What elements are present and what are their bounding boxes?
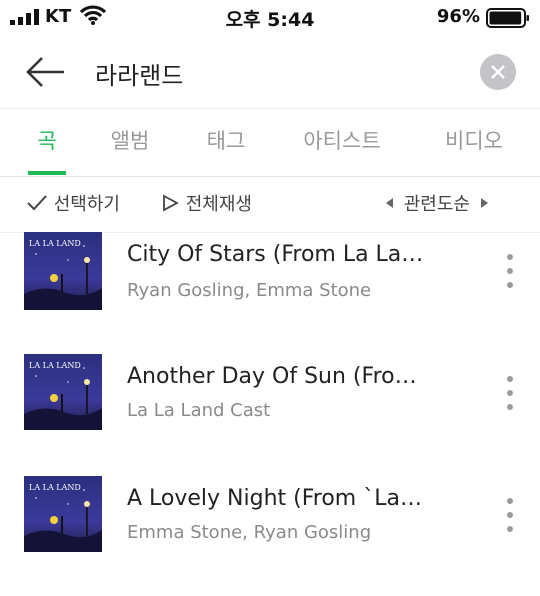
album-art-image: LA LA LAND [24,354,102,430]
more-options-button[interactable] [498,494,522,538]
song-row[interactable]: LA LA LAND A Lovely Night (From `La… Emm… [0,476,540,596]
tab-videos[interactable]: 비디오 [436,108,512,176]
song-artist[interactable]: Ryan Gosling, Emma Stone [127,280,371,301]
sort-selector[interactable]: 관련도순 [382,190,492,216]
sort-label: 관련도순 [403,194,470,215]
song-title[interactable]: A Lovely Night (From `La… [127,486,447,511]
play-all-label: 전체재생 [185,194,252,215]
play-icon [163,194,179,212]
album-art-title: LA LA LAND [29,361,81,370]
song-title[interactable]: Another Day Of Sun (Fro… [127,364,447,389]
album-art[interactable]: LA LA LAND [24,354,102,430]
album-art-image: LA LA LAND [24,476,102,552]
tab-artists[interactable]: 아티스트 [292,108,392,176]
search-header: 라라랜드 [0,36,540,109]
category-tabs: 곡 앨범 태그 아티스트 비디오 [0,108,540,177]
play-all-button[interactable]: 전체재생 [160,190,252,216]
song-title[interactable]: City Of Stars (From La La… [127,242,447,267]
search-query-text[interactable]: 라라랜드 [95,56,183,91]
battery-icon [486,8,529,28]
more-options-button[interactable] [498,250,522,294]
song-artist[interactable]: Emma Stone, Ryan Gosling [127,522,371,543]
active-tab-indicator [28,171,66,175]
arrow-left-icon [26,57,64,87]
clear-search-button[interactable] [480,54,516,90]
select-label: 선택하기 [53,194,120,215]
back-button[interactable] [22,52,70,92]
close-icon [491,65,505,79]
more-options-button[interactable] [498,372,522,416]
song-row[interactable]: LA LA LAND Another Day Of Sun (Fro… La L… [0,354,540,474]
album-art-title: LA LA LAND [29,483,81,492]
album-art[interactable]: LA LA LAND [24,232,102,310]
chevron-right-icon[interactable] [476,194,492,212]
chevron-left-icon[interactable] [382,194,398,212]
song-artist[interactable]: La La Land Cast [127,400,270,421]
list-toolbar: 선택하기 전체재생 관련도순 [0,176,540,233]
check-icon [27,195,47,211]
status-bar: KT 오후 5:44 96% [0,0,540,36]
song-row[interactable]: LA LA LAND City Of Stars (From La La… Ry… [0,232,540,352]
album-art-image: LA LA LAND [24,232,102,310]
tab-albums[interactable]: 앨범 [100,108,160,176]
select-button[interactable]: 선택하기 [26,190,120,216]
battery-fill [489,11,522,25]
battery-percent: 96% [436,6,480,27]
tab-tags[interactable]: 태그 [196,108,256,176]
album-art[interactable]: LA LA LAND [24,476,102,552]
album-art-title: LA LA LAND [29,239,81,248]
tab-songs[interactable]: 곡 [28,108,66,176]
